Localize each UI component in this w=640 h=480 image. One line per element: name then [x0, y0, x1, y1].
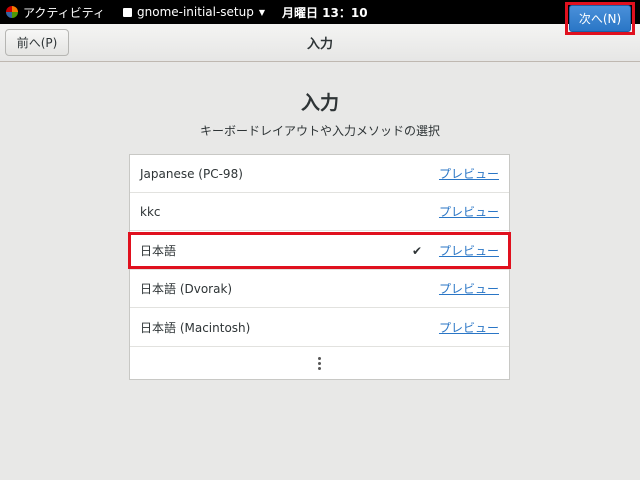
input-source-label: 日本語 (Macintosh) — [140, 321, 251, 335]
input-source-list: Japanese (PC-98) プレビュー kkc プレビュー 日本語 ✔ プ… — [129, 154, 510, 380]
page-subtitle: キーボードレイアウトや入力メソッドの選択 — [199, 124, 440, 138]
more-options-button[interactable] — [130, 347, 509, 379]
input-source-row-selected[interactable]: 日本語 ✔ プレビュー — [130, 232, 509, 270]
app-name: gnome-initial-setup — [137, 5, 254, 19]
preview-link[interactable]: プレビュー — [439, 155, 499, 192]
next-button[interactable]: 次へ(N) — [569, 5, 631, 32]
app-icon — [123, 7, 132, 17]
input-source-row[interactable]: Japanese (PC-98) プレビュー — [130, 155, 509, 193]
input-source-label: 日本語 (Dvorak) — [140, 282, 233, 296]
gnome-logo-icon — [6, 6, 18, 18]
input-source-label: kkc — [140, 204, 161, 219]
preview-link[interactable]: プレビュー — [439, 270, 499, 307]
header-title: 入力 — [306, 37, 333, 52]
input-source-row[interactable]: 日本語 (Macintosh) プレビュー — [130, 309, 509, 347]
checkmark-icon: ✔ — [412, 243, 423, 258]
activities-button[interactable]: アクティビティ — [6, 0, 105, 24]
input-source-label: Japanese (PC-98) — [140, 166, 243, 181]
preview-link[interactable]: プレビュー — [439, 193, 499, 230]
more-vertical-icon — [318, 356, 321, 370]
page-title: 入力 — [300, 92, 339, 114]
preview-link[interactable]: プレビュー — [439, 309, 499, 346]
activities-label: アクティビティ — [23, 5, 105, 20]
top-bar: アクティビティ gnome-initial-setup ▼ 月曜日 13：10 … — [0, 0, 640, 24]
input-source-label: 日本語 — [140, 244, 177, 258]
header-bar: 前へ(P) 入力 — [0, 24, 640, 62]
app-menu[interactable]: gnome-initial-setup ▼ — [123, 0, 265, 24]
clock[interactable]: 月曜日 13：10 — [282, 0, 368, 24]
preview-link[interactable]: プレビュー — [439, 232, 499, 269]
input-source-row[interactable]: 日本語 (Dvorak) プレビュー — [130, 270, 509, 308]
prev-button[interactable]: 前へ(P) — [5, 29, 69, 56]
chevron-down-icon: ▼ — [258, 7, 266, 17]
input-source-row[interactable]: kkc プレビュー — [130, 193, 509, 231]
